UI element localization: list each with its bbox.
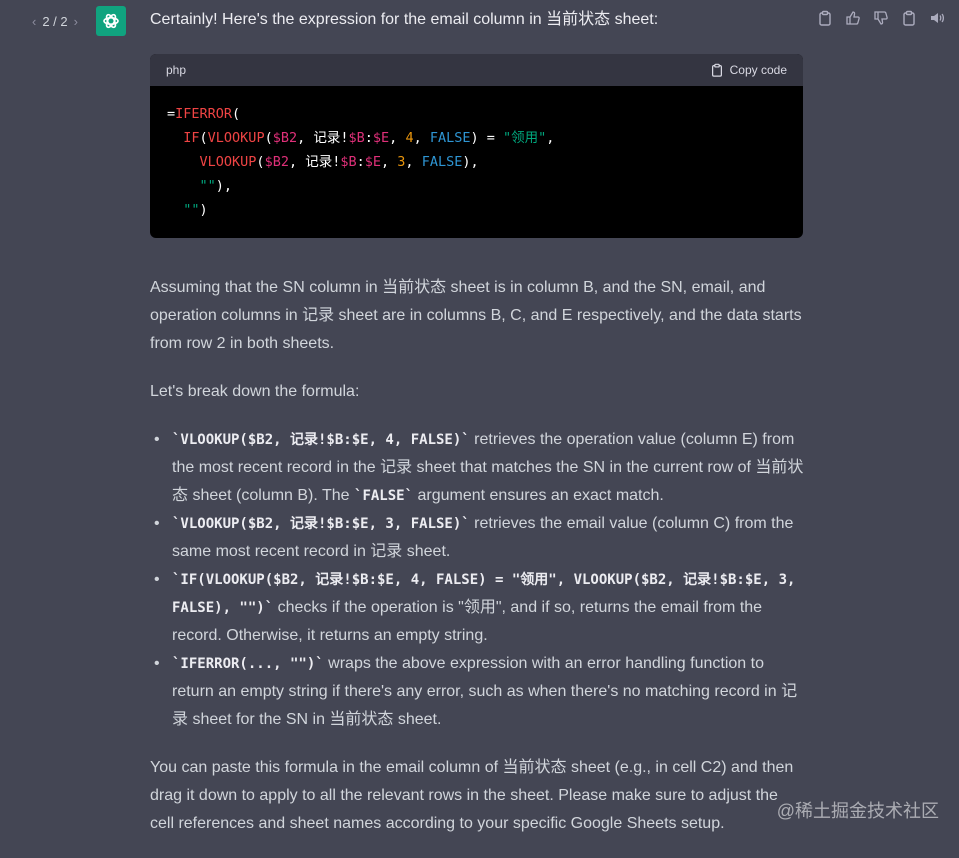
breakdown-item: `VLOOKUP($B2, 记录!$B:$E, 4, FALSE)` retri… — [154, 426, 805, 510]
code-language-label: php — [166, 63, 187, 77]
paragraph-assumptions: Assuming that the SN column in 当前状态 shee… — [150, 279, 802, 352]
read-aloud-button[interactable] — [929, 10, 945, 26]
code-token: ) — [199, 202, 208, 218]
response-pager: ‹ 2 / 2 › — [32, 14, 78, 29]
breakdown-item: `VLOOKUP($B2, 记录!$B:$E, 3, FALSE)` retri… — [154, 510, 805, 566]
response-intro: Certainly! Here's the expression for the… — [150, 11, 659, 28]
code-token: "" — [183, 202, 200, 218]
paragraph-usage: You can paste this formula in the email … — [150, 759, 794, 832]
next-response-button[interactable]: › — [74, 14, 78, 29]
thumbs-down-icon — [874, 11, 888, 25]
code-token: $B — [340, 154, 357, 170]
assistant-avatar — [96, 6, 126, 36]
code-token: ) = — [470, 130, 503, 146]
code-token: ( — [256, 154, 265, 170]
openai-logo-icon — [103, 13, 119, 29]
code-token: VLOOKUP — [199, 154, 257, 170]
code-token: ), — [462, 154, 479, 170]
code-token: , — [405, 154, 422, 170]
speaker-icon — [931, 13, 944, 23]
inline-code: `IF(VLOOKUP($B2, 记录!$B:$E, 4, FALSE) = "… — [172, 572, 796, 616]
copy-code-label: Copy code — [729, 63, 787, 77]
inline-code: `FALSE` — [354, 488, 414, 504]
code-token: $E — [364, 154, 382, 170]
code-token: = — [167, 106, 176, 122]
thumbs-down-button[interactable] — [873, 10, 889, 26]
code-block: php Copy code =IFERROR( IF(VLOOKUP($B2, … — [150, 54, 803, 238]
response-body: Assuming that the SN column in 当前状态 shee… — [150, 274, 805, 858]
code-token: , — [381, 154, 398, 170]
code-token: FALSE — [429, 130, 471, 146]
breakdown-list: `VLOOKUP($B2, 记录!$B:$E, 4, FALSE)` retri… — [150, 426, 805, 734]
code-token: $B2 — [272, 130, 298, 146]
code-token: VLOOKUP — [207, 130, 265, 146]
clipboard-icon — [819, 10, 831, 26]
code-line: =IFERROR( — [167, 102, 786, 126]
copy-code-button[interactable]: Copy code — [710, 63, 787, 77]
code-token: $E — [372, 130, 390, 146]
inline-code: `VLOOKUP($B2, 记录!$B:$E, 3, FALSE)` — [172, 516, 470, 532]
code-token: : — [356, 154, 365, 170]
code-token: , — [546, 130, 555, 146]
code-block-header: php Copy code — [150, 54, 803, 86]
code-token: ), — [215, 178, 233, 194]
message-actions — [817, 10, 945, 26]
code-token: "领用" — [503, 130, 547, 146]
code-token: FALSE — [421, 154, 463, 170]
code-line: "") — [167, 198, 786, 222]
code-token: , — [413, 130, 430, 146]
thumbs-up-icon — [846, 11, 860, 25]
code-token: 4 — [405, 130, 414, 146]
code-line: ""), — [167, 174, 786, 198]
code-token: IF — [183, 130, 200, 146]
pager-count: 2 / 2 — [42, 14, 68, 29]
prev-response-button[interactable]: ‹ — [32, 14, 36, 29]
code-token: : — [364, 130, 373, 146]
code-token: IFERROR — [175, 106, 233, 122]
inline-code: `VLOOKUP($B2, 记录!$B:$E, 4, FALSE)` — [172, 432, 470, 448]
clipboard-icon — [711, 63, 722, 77]
copy-button-2[interactable] — [901, 10, 917, 26]
code-token: ( — [264, 130, 273, 146]
clipboard-icon — [903, 10, 915, 26]
code-token: , — [389, 130, 406, 146]
code-token: "" — [199, 178, 216, 194]
code-token: ( — [232, 106, 241, 122]
paragraph-breakdown-intro: Let's break down the formula: — [150, 383, 360, 400]
code-token: , 记录! — [297, 130, 349, 146]
code-token: , 记录! — [288, 154, 341, 170]
thumbs-up-button[interactable] — [845, 10, 861, 26]
code-token: $B2 — [264, 154, 289, 170]
code-token: $B — [348, 130, 365, 146]
watermark: @稀土掘金技术社区 — [776, 801, 939, 821]
code-line: VLOOKUP($B2, 记录!$B:$E, 3, FALSE), — [167, 150, 786, 174]
code-body: =IFERROR( IF(VLOOKUP($B2, 记录!$B:$E, 4, F… — [150, 86, 803, 238]
inline-code: `IFERROR(..., "")` — [172, 656, 324, 672]
code-token: ( — [199, 130, 208, 146]
code-line: IF(VLOOKUP($B2, 记录!$B:$E, 4, FALSE) = "领… — [167, 126, 786, 150]
breakdown-item: `IFERROR(..., "")` wraps the above expre… — [154, 650, 805, 734]
copy-message-button[interactable] — [817, 10, 833, 26]
breakdown-item: `IF(VLOOKUP($B2, 记录!$B:$E, 4, FALSE) = "… — [154, 566, 805, 650]
